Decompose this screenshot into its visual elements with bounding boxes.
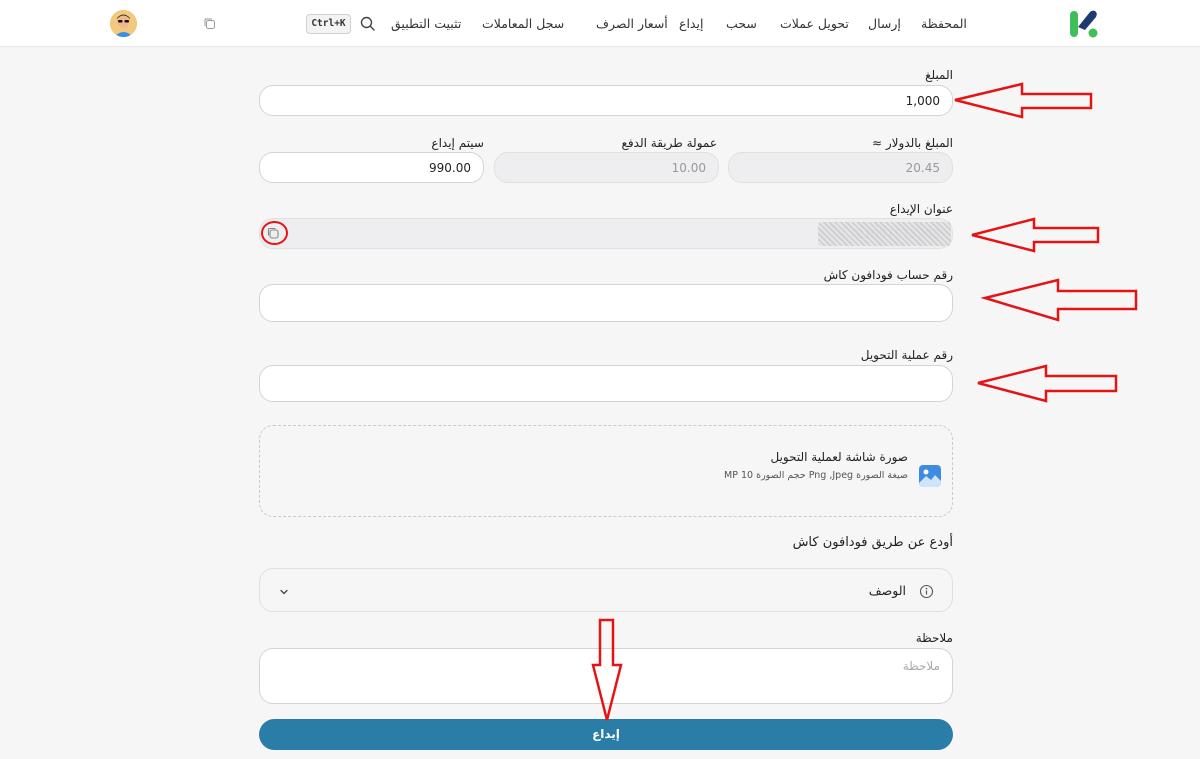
arrow-account [980,278,1138,322]
upload-hint: صيغة الصورة Png ,Jpeg حجم الصورة 10 MP [724,470,908,481]
search-icon[interactable] [359,15,377,33]
description-accordion[interactable]: الوصف [259,568,953,612]
user-avatar[interactable] [110,10,137,37]
search-shortcut-badge[interactable]: Ctrl+K [306,14,351,34]
account-number-input[interactable] [272,296,940,310]
usd-amount-field: 20.45 [728,152,953,183]
address-blur-mask [818,222,951,246]
nav-item-convert[interactable]: تحويل عملات [780,16,849,31]
tx-number-label: رقم عملية التحويل [860,348,953,362]
fee-value: 10.00 [671,160,706,175]
nav-item-install-app[interactable]: تثبيت التطبيق [391,16,461,31]
nav-item-send[interactable]: إرسال [868,16,901,31]
upload-title: صورة شاشة لعملية التحويل [770,450,908,464]
nav-item-transactions[interactable]: سجل المعاملات [482,16,564,31]
app-logo-icon[interactable] [1068,8,1100,40]
tx-number-input[interactable] [272,376,940,391]
note-textarea[interactable]: ملاحظة [259,648,953,704]
nav-item-exchange-rates[interactable]: أسعار الصرف [596,16,668,31]
amount-input[interactable] [272,93,940,108]
avatar-icon [110,10,137,37]
top-navbar: المحفظة إرسال تحويل عملات سحب إيداع أسعا… [0,0,1200,47]
amount-field[interactable] [259,85,953,116]
screenshot-upload-dropzone[interactable]: صورة شاشة لعملية التحويل صيغة الصورة Png… [259,425,953,517]
nav-item-wallet[interactable]: المحفظة [921,16,967,31]
section-title: أودع عن طريق فودافون كاش [792,535,953,550]
fee-label: عمولة طريقة الدفع [621,136,717,150]
deposit-total-value: 990.00 [429,160,471,175]
deposit-total-label: سيتم إيداع [431,136,484,150]
arrow-tx [977,364,1118,403]
arrow-address [971,217,1100,253]
description-label: الوصف [868,583,906,598]
usd-amount-label: المبلغ بالدولار ≈ [872,136,953,150]
info-icon [919,584,934,599]
copy-icon[interactable] [203,17,216,30]
deposit-address-label: عنوان الإيداع [889,202,953,216]
tx-number-field[interactable] [259,365,953,402]
amount-label: المبلغ [925,68,953,82]
arrow-amount [954,82,1093,119]
chevron-down-icon[interactable] [278,586,290,598]
fee-field: 10.00 [494,152,719,183]
account-number-field[interactable] [259,284,953,322]
deposit-total-field: 990.00 [259,152,484,183]
deposit-submit-button[interactable]: إيداع [259,719,953,750]
image-icon [919,465,941,487]
note-label: ملاحظة [915,631,953,645]
nav-item-withdraw[interactable]: سحب [726,16,757,31]
nav-item-deposit[interactable]: إيداع [679,16,703,31]
account-number-label: رقم حساب فودافون كاش [823,268,953,282]
usd-amount-value: 20.45 [905,160,940,175]
annotation-ring [261,221,288,245]
